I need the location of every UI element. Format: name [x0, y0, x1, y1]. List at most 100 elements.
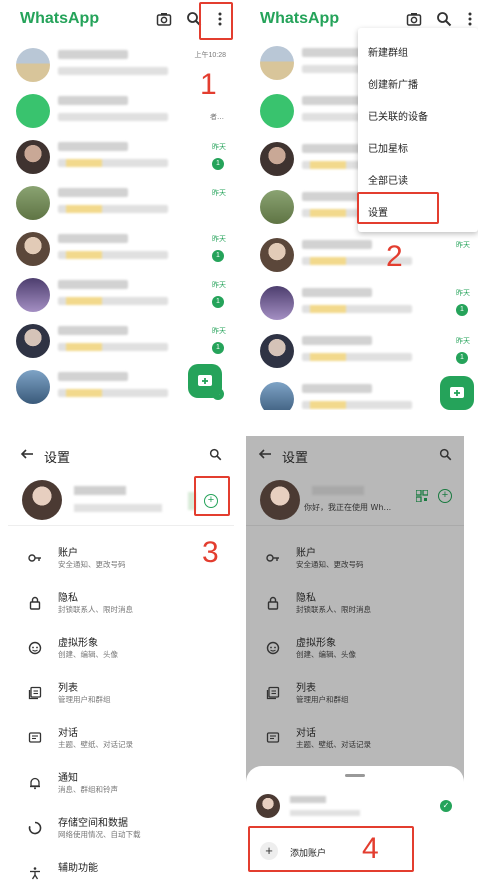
menu-item-new-group[interactable]: 新建群组	[368, 44, 408, 59]
avatar-face-icon	[266, 640, 280, 655]
settings-item-subtitle: 安全通知、更改号码	[296, 560, 364, 569]
settings-screen: 设置 + 3 账户 安全通知、更改号码 隐私 封锁联系人、限时消息 虚拟形象 创建、编辑、…	[8, 436, 234, 883]
settings-item-4[interactable]: 对话 主题、壁纸、对话记录	[246, 724, 464, 764]
settings-item-6[interactable]: 存储空间和数据 网络使用情况、自动下载	[8, 814, 234, 854]
avatar[interactable]	[16, 370, 50, 404]
settings-screen-dimmed: 设置 你好，我正在使用 Wh... + 账户 安全通知、更改号码 隐私 封锁联系人、限…	[246, 436, 464, 883]
avatar[interactable]	[260, 334, 294, 368]
chat-list-item[interactable]: 昨天 1	[8, 134, 234, 178]
avatar[interactable]	[16, 278, 50, 312]
menu-item-starred[interactable]: 已加星标	[368, 140, 408, 155]
more-options-icon[interactable]	[462, 11, 478, 27]
chat-time: 昨天	[456, 290, 470, 297]
avatar[interactable]	[16, 232, 50, 266]
add-account-icon[interactable]: +	[438, 489, 452, 503]
avatar[interactable]	[16, 140, 50, 174]
settings-item-subtitle: 管理用户和群组	[296, 695, 349, 704]
chat-name-blurred	[58, 142, 128, 151]
chat-list-item[interactable]: 昨天 1	[8, 226, 234, 270]
avatar[interactable]	[16, 324, 50, 358]
chat-time: 昨天	[212, 328, 226, 335]
settings-item-5[interactable]: 通知 消息、群组和铃声	[8, 769, 234, 809]
unread-badge: 1	[456, 304, 468, 316]
list-icon	[266, 685, 280, 700]
settings-item-3[interactable]: 列表 管理用户和群组	[8, 679, 234, 719]
avatar[interactable]	[16, 186, 50, 220]
chat-name-blurred	[58, 50, 128, 59]
avatar[interactable]	[260, 46, 294, 80]
avatar[interactable]	[260, 94, 294, 128]
back-arrow-icon[interactable]	[258, 447, 272, 461]
chat-list-item[interactable]: 昨天	[8, 180, 234, 224]
new-chat-button[interactable]	[188, 364, 222, 398]
settings-item-0[interactable]: 账户 安全通知、更改号码	[246, 544, 464, 584]
chats-screen: WhatsApp 上午10:28者…昨天1昨天昨天1昨天1昨天12 1	[8, 0, 234, 410]
settings-item-subtitle: 安全通知、更改号码	[58, 560, 126, 569]
chat-icon	[28, 730, 42, 744]
chat-preview-blurred	[58, 159, 168, 167]
new-chat-button[interactable]	[440, 376, 474, 410]
settings-item-label: 列表	[296, 683, 316, 694]
settings-item-7[interactable]: 辅助功能	[8, 859, 234, 883]
chat-name-blurred	[58, 96, 128, 105]
chat-list-item[interactable]: 昨天	[248, 232, 478, 276]
menu-item-linked-devices[interactable]: 已关联的设备	[368, 108, 428, 123]
storage-icon	[28, 820, 42, 835]
chat-list-item[interactable]: 昨天 1	[248, 280, 478, 324]
settings-item-label: 辅助功能	[58, 863, 98, 874]
chat-list-item[interactable]: 昨天 1	[8, 272, 234, 316]
settings-item-label: 虚拟形象	[296, 638, 336, 649]
avatar[interactable]	[260, 238, 294, 272]
settings-header: 设置	[246, 436, 464, 474]
back-arrow-icon[interactable]	[20, 447, 34, 461]
avatar[interactable]	[260, 480, 300, 520]
settings-item-subtitle: 创建、编辑、头像	[296, 650, 356, 659]
menu-item-new-broadcast[interactable]: 创建新广播	[368, 76, 418, 91]
avatar[interactable]	[260, 286, 294, 320]
chat-preview-blurred	[58, 205, 168, 213]
chat-list-item[interactable]: 昨天 1	[248, 328, 478, 372]
settings-item-4[interactable]: 对话 主题、壁纸、对话记录	[8, 724, 234, 764]
avatar[interactable]	[22, 480, 62, 520]
avatar[interactable]	[16, 94, 50, 128]
account-name-blurred	[290, 796, 326, 803]
qr-code-icon[interactable]	[416, 490, 428, 502]
settings-item-3[interactable]: 列表 管理用户和群组	[246, 679, 464, 719]
settings-item-subtitle: 主题、壁纸、对话记录	[296, 740, 371, 749]
chat-time: 昨天	[456, 242, 470, 249]
settings-item-1[interactable]: 隐私 封锁联系人、限时消息	[246, 589, 464, 629]
camera-icon[interactable]	[156, 11, 172, 27]
profile-row[interactable]: 你好，我正在使用 Wh... +	[246, 476, 464, 526]
check-icon: ✓	[440, 800, 452, 812]
avatar[interactable]	[260, 382, 294, 410]
settings-item-1[interactable]: 隐私 封锁联系人、限时消息	[8, 589, 234, 629]
search-icon[interactable]	[439, 448, 452, 461]
step-number: 4	[362, 832, 379, 865]
new-chat-icon	[450, 387, 464, 398]
chat-time: 昨天	[456, 338, 470, 345]
key-icon	[28, 550, 42, 564]
settings-item-0[interactable]: 账户 安全通知、更改号码	[8, 544, 234, 584]
profile-name-blurred	[74, 486, 126, 495]
settings-item-label: 存储空间和数据	[58, 818, 128, 829]
chat-preview-blurred	[302, 353, 412, 361]
avatar[interactable]	[260, 142, 294, 176]
unread-badge: 1	[212, 342, 224, 354]
camera-icon[interactable]	[406, 11, 422, 27]
settings-item-2[interactable]: 虚拟形象 创建、编辑、头像	[246, 634, 464, 674]
avatar[interactable]	[16, 48, 50, 82]
highlight-add-account	[248, 826, 414, 872]
unread-badge: 1	[212, 296, 224, 308]
menu-item-read-all[interactable]: 全部已读	[368, 172, 408, 187]
highlight-add-account	[194, 476, 230, 516]
avatar[interactable]	[260, 190, 294, 224]
chat-list-item[interactable]: 昨天 1	[8, 318, 234, 362]
page-title: 设置	[282, 451, 309, 466]
avatar[interactable]	[256, 794, 280, 818]
search-icon[interactable]	[436, 11, 452, 27]
sheet-handle[interactable]	[345, 774, 365, 777]
settings-item-2[interactable]: 虚拟形象 创建、编辑、头像	[8, 634, 234, 674]
settings-item-label: 隐私	[58, 593, 78, 604]
chat-time: 昨天	[212, 282, 226, 289]
search-icon[interactable]	[209, 448, 222, 461]
